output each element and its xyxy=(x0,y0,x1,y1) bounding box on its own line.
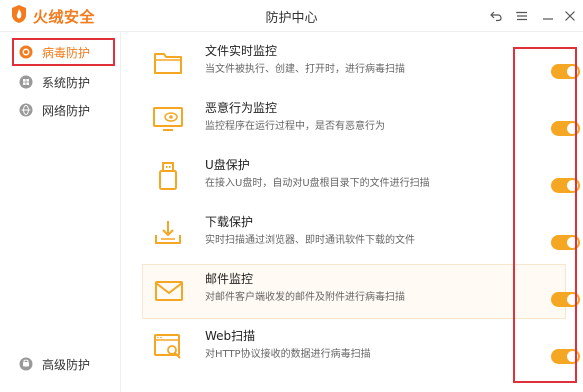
feature-description: 对HTTP协议接收的数据进行病毒扫描 xyxy=(205,349,371,360)
sidebar-item-label: 病毒防护 xyxy=(42,45,91,60)
advanced-shield-icon xyxy=(19,357,33,371)
web-scan-toggle[interactable] xyxy=(551,349,580,364)
windows-icon xyxy=(19,75,33,89)
mail-monitor-toggle[interactable] xyxy=(551,292,580,307)
back-arrow-icon xyxy=(490,11,502,22)
monitor-eye-icon xyxy=(152,103,184,135)
minimize-button[interactable] xyxy=(537,5,559,27)
feature-description: 实时扫描通过浏览器、即时通讯软件下载的文件 xyxy=(205,235,415,246)
close-button[interactable] xyxy=(559,5,581,27)
file-monitor-toggle[interactable] xyxy=(551,64,580,79)
feature-row-web-scan: Web扫描 对HTTP协议接收的数据进行病毒扫描 xyxy=(142,321,580,376)
menu-button[interactable] xyxy=(511,5,533,27)
sidebar-item-label: 网络防护 xyxy=(42,103,91,118)
behavior-monitor-toggle[interactable] xyxy=(551,121,580,136)
sidebar-item-virus-protection[interactable]: 病毒防护 xyxy=(12,38,115,66)
globe-icon xyxy=(19,103,33,117)
sidebar-item-network-protection[interactable]: 网络防护 xyxy=(12,96,115,124)
feature-row-mail-monitor: 邮件监控 对邮件客户端收发的邮件及附件进行病毒扫描 xyxy=(142,264,580,319)
feature-description: 当文件被执行、创建、打开时，进行病毒扫描 xyxy=(205,64,405,75)
sidebar-item-label: 高级防护 xyxy=(42,357,91,372)
feature-title: Web扫描 xyxy=(205,329,256,343)
mail-icon xyxy=(153,275,185,307)
close-icon xyxy=(565,11,575,21)
folder-icon xyxy=(152,46,184,78)
usb-protection-toggle[interactable] xyxy=(551,178,580,193)
feature-description: 在接入U盘时，自动对U盘根目录下的文件进行扫描 xyxy=(205,178,430,189)
usb-drive-icon xyxy=(152,160,184,192)
download-protection-toggle[interactable] xyxy=(551,235,580,250)
feature-title: 恶意行为监控 xyxy=(205,101,278,115)
sidebar-item-system-protection[interactable]: 系统防护 xyxy=(12,68,115,96)
feature-title: 下载保护 xyxy=(205,215,254,229)
feature-row-file-monitor: 文件实时监控 当文件被执行、创建、打开时，进行病毒扫描 xyxy=(142,36,580,91)
sidebar: 病毒防护 系统防护 网络防护 高级防护 xyxy=(0,32,121,392)
feature-title: 邮件监控 xyxy=(205,272,254,286)
title-bar: 火绒安全 防护中心 xyxy=(0,0,583,32)
feature-row-usb-protection: U盘保护 在接入U盘时，自动对U盘根目录下的文件进行扫描 xyxy=(142,150,580,205)
feature-title: U盘保护 xyxy=(205,158,250,172)
sidebar-item-advanced-protection[interactable]: 高级防护 xyxy=(12,350,115,378)
minimize-icon xyxy=(543,18,553,20)
menu-icon xyxy=(516,11,527,21)
web-scan-icon xyxy=(152,331,184,363)
protection-list: 文件实时监控 当文件被执行、创建、打开时，进行病毒扫描 恶意行为监控 监控程序在… xyxy=(121,32,583,392)
feature-description: 监控程序在运行过程中，是否有恶意行为 xyxy=(205,121,385,132)
shield-target-icon xyxy=(19,45,33,59)
sidebar-item-label: 系统防护 xyxy=(42,75,91,90)
download-tray-icon xyxy=(152,217,184,249)
feature-title: 文件实时监控 xyxy=(205,44,278,58)
feature-row-download-protection: 下载保护 实时扫描通过浏览器、即时通讯软件下载的文件 xyxy=(142,207,580,262)
feature-description: 对邮件客户端收发的邮件及附件进行病毒扫描 xyxy=(205,292,405,303)
feature-row-behavior-monitor: 恶意行为监控 监控程序在运行过程中，是否有恶意行为 xyxy=(142,93,580,148)
back-button[interactable] xyxy=(485,5,507,27)
